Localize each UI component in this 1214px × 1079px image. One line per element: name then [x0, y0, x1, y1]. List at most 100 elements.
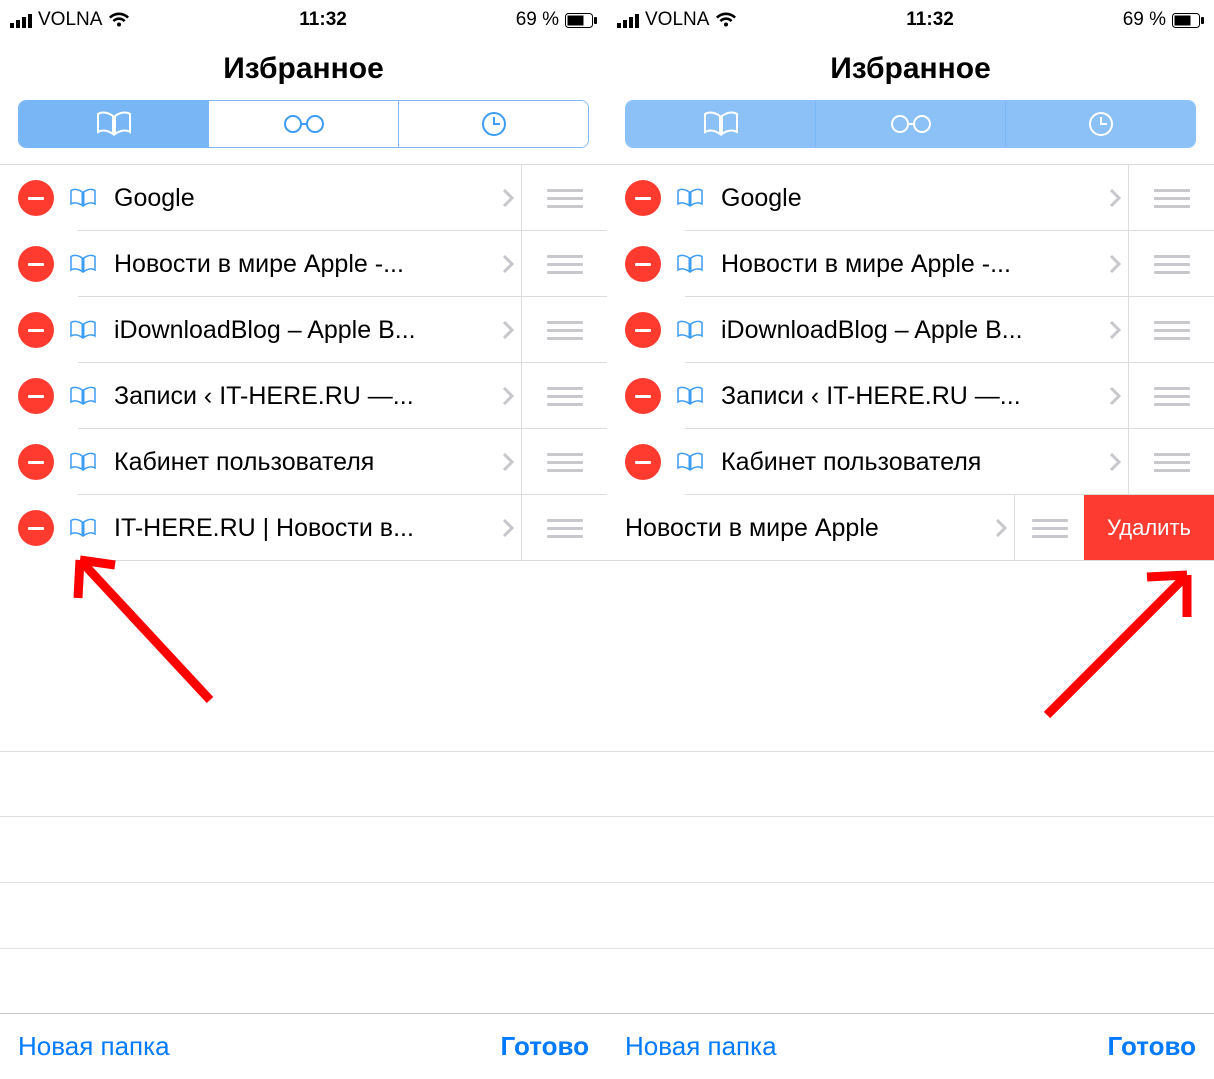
- bookmark-label: Кабинет пользователя: [114, 448, 495, 477]
- bookmark-icon: [68, 184, 100, 212]
- segmented-control: [625, 100, 1196, 148]
- clock-icon: [1086, 109, 1116, 139]
- drag-handle[interactable]: [521, 165, 607, 231]
- delete-minus-button[interactable]: [18, 180, 54, 216]
- delete-minus-button[interactable]: [625, 312, 661, 348]
- battery-text: 69 %: [1123, 9, 1166, 31]
- status-bar: VOLNA 11:32 69 %: [0, 0, 607, 40]
- toolbar: Новая папка Готово: [607, 1013, 1214, 1079]
- drag-handle[interactable]: [521, 231, 607, 297]
- chevron-right-icon: [495, 518, 521, 538]
- done-button[interactable]: Готово: [501, 1031, 589, 1062]
- empty-row: [0, 883, 607, 949]
- delete-minus-button[interactable]: [18, 246, 54, 282]
- drag-handle[interactable]: [1128, 429, 1214, 495]
- list-item[interactable]: Кабинет пользователя: [0, 429, 607, 495]
- page-title: Избранное: [0, 40, 607, 100]
- list-item-swiped[interactable]: Новости в мире Apple Удалить: [607, 495, 1214, 561]
- list-item[interactable]: Новости в мире Apple -...: [0, 231, 607, 297]
- delete-minus-button[interactable]: [18, 510, 54, 546]
- drag-handle[interactable]: [521, 495, 607, 561]
- delete-minus-button[interactable]: [18, 444, 54, 480]
- signal-icon: [617, 12, 639, 28]
- done-button[interactable]: Готово: [1108, 1031, 1196, 1062]
- list-item[interactable]: Google: [0, 165, 607, 231]
- bookmark-icon: [68, 316, 100, 344]
- bookmarks-list: Google Новости в мире Apple -... iDownlo…: [607, 165, 1214, 1013]
- toolbar: Новая папка Готово: [0, 1013, 607, 1079]
- delete-minus-button[interactable]: [625, 180, 661, 216]
- chevron-right-icon: [495, 188, 521, 208]
- battery-icon: [565, 13, 597, 28]
- bookmark-icon: [68, 448, 100, 476]
- tab-bookmarks[interactable]: [19, 101, 208, 147]
- tab-history[interactable]: [1005, 101, 1195, 147]
- list-item[interactable]: iDownloadBlog – Apple B...: [607, 297, 1214, 363]
- segmented-control: [18, 100, 589, 148]
- clock-label: 11:32: [299, 9, 347, 31]
- empty-row: [0, 817, 607, 883]
- drag-handle[interactable]: [1128, 165, 1214, 231]
- bookmark-label: Новости в мире Apple: [607, 514, 988, 543]
- delete-minus-button[interactable]: [625, 246, 661, 282]
- battery-text: 69 %: [516, 9, 559, 31]
- drag-handle[interactable]: [521, 363, 607, 429]
- tab-bookmarks[interactable]: [626, 101, 815, 147]
- delete-minus-button[interactable]: [625, 378, 661, 414]
- tab-history[interactable]: [398, 101, 588, 147]
- chevron-right-icon: [495, 452, 521, 472]
- bookmark-icon: [675, 316, 707, 344]
- bookmark-icon: [675, 250, 707, 278]
- list-item[interactable]: Записи ‹ IT-HERE.RU —...: [607, 363, 1214, 429]
- drag-handle[interactable]: [1128, 363, 1214, 429]
- delete-minus-button[interactable]: [18, 378, 54, 414]
- new-folder-button[interactable]: Новая папка: [18, 1031, 170, 1062]
- bookmark-label: Кабинет пользователя: [721, 448, 1102, 477]
- new-folder-button[interactable]: Новая папка: [625, 1031, 777, 1062]
- phone-right: VOLNA 11:32 69 % Избранное Google: [607, 0, 1214, 1079]
- list-item[interactable]: Новости в мире Apple -...: [607, 231, 1214, 297]
- glasses-icon: [279, 112, 329, 136]
- delete-minus-button[interactable]: [625, 444, 661, 480]
- list-item[interactable]: IT-HERE.RU | Новости в...: [0, 495, 607, 561]
- wifi-icon: [108, 12, 130, 28]
- drag-handle[interactable]: [1014, 495, 1084, 561]
- bookmark-label: iDownloadBlog – Apple B...: [721, 316, 1102, 345]
- bookmark-label: IT-HERE.RU | Новости в...: [114, 514, 495, 543]
- chevron-right-icon: [988, 518, 1014, 538]
- drag-handle[interactable]: [1128, 297, 1214, 363]
- list-item[interactable]: iDownloadBlog – Apple B...: [0, 297, 607, 363]
- empty-row: [607, 751, 1214, 817]
- page-title: Избранное: [607, 40, 1214, 100]
- clock-icon: [479, 109, 509, 139]
- bookmark-label: Новости в мире Apple -...: [721, 250, 1102, 279]
- bookmark-icon: [68, 250, 100, 278]
- tab-reading-list[interactable]: [815, 101, 1005, 147]
- status-bar: VOLNA 11:32 69 %: [607, 0, 1214, 40]
- delete-button[interactable]: Удалить: [1084, 495, 1214, 561]
- drag-handle[interactable]: [1128, 231, 1214, 297]
- bookmarks-list: Google Новости в мире Apple -... iDownlo…: [0, 165, 607, 1013]
- drag-handle[interactable]: [521, 297, 607, 363]
- list-item[interactable]: Записи ‹ IT-HERE.RU —...: [0, 363, 607, 429]
- chevron-right-icon: [1102, 386, 1128, 406]
- list-item[interactable]: Google: [607, 165, 1214, 231]
- chevron-right-icon: [1102, 320, 1128, 340]
- drag-handle[interactable]: [521, 429, 607, 495]
- bookmark-label: Новости в мире Apple -...: [114, 250, 495, 279]
- chevron-right-icon: [495, 320, 521, 340]
- empty-row: [607, 883, 1214, 949]
- delete-minus-button[interactable]: [18, 312, 54, 348]
- battery-icon: [1172, 13, 1204, 28]
- bookmark-label: Записи ‹ IT-HERE.RU —...: [721, 382, 1102, 411]
- tab-reading-list[interactable]: [208, 101, 398, 147]
- chevron-right-icon: [495, 254, 521, 274]
- bookmark-icon: [675, 184, 707, 212]
- book-icon: [94, 110, 134, 138]
- chevron-right-icon: [1102, 254, 1128, 274]
- bookmark-label: Google: [114, 184, 495, 213]
- bookmark-icon: [68, 382, 100, 410]
- bookmark-label: iDownloadBlog – Apple B...: [114, 316, 495, 345]
- list-item[interactable]: Кабинет пользователя: [607, 429, 1214, 495]
- book-icon: [701, 110, 741, 138]
